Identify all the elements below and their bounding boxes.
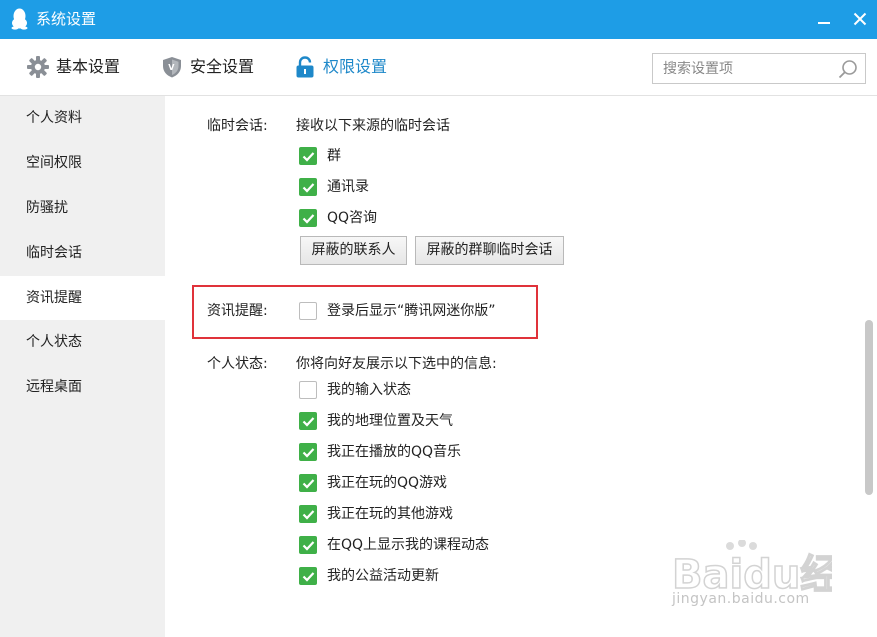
check-icon — [302, 213, 314, 224]
checkbox-checked[interactable] — [299, 178, 317, 196]
check-icon — [302, 151, 314, 162]
sidebar-item-news-alert[interactable]: 资讯提醒 — [0, 276, 165, 320]
minimize-button[interactable] — [810, 6, 838, 32]
checkbox-checked[interactable] — [299, 536, 317, 554]
check-icon — [302, 509, 314, 520]
checkbox-label: 在QQ上显示我的课程动态 — [327, 537, 490, 553]
qq-penguin-icon — [11, 8, 28, 30]
scrollbar-thumb[interactable] — [865, 320, 873, 495]
status-option-other-game[interactable]: 我正在玩的其他游戏 — [299, 503, 453, 525]
search-icon[interactable] — [837, 58, 859, 80]
sidebar-item-anti-harassment[interactable]: 防骚扰 — [0, 186, 165, 230]
checkbox-checked[interactable] — [299, 147, 317, 165]
gear-icon — [27, 56, 49, 78]
checkbox-label: 群 — [327, 148, 341, 164]
minimize-icon — [818, 22, 830, 24]
checkbox-label: 我的地理位置及天气 — [327, 413, 453, 429]
personal-status-label: 个人状态: — [207, 356, 268, 372]
temp-chat-option-group[interactable]: 群 — [299, 145, 341, 167]
checkbox-checked[interactable] — [299, 474, 317, 492]
temp-chat-option-contacts[interactable]: 通讯录 — [299, 176, 369, 198]
checkbox-unchecked[interactable] — [299, 302, 317, 320]
temp-chat-description: 接收以下来源的临时会话 — [296, 118, 450, 134]
sidebar: 个人资料 空间权限 防骚扰 临时会话 资讯提醒 个人状态 远程桌面 — [0, 96, 165, 637]
sidebar-item-remote-desktop[interactable]: 远程桌面 — [0, 365, 165, 409]
tab-label: 安全设置 — [190, 57, 255, 76]
checkbox-label: 我正在玩的QQ游戏 — [327, 475, 448, 491]
temp-chat-option-qq-consult[interactable]: QQ咨询 — [299, 207, 377, 229]
check-icon — [302, 416, 314, 427]
status-option-typing[interactable]: 我的输入状态 — [299, 379, 411, 401]
search-box — [652, 53, 866, 84]
checkbox-label: QQ咨询 — [327, 210, 378, 226]
checkbox-label: 我正在播放的QQ音乐 — [327, 444, 462, 460]
title-bar: 系统设置 — [0, 0, 877, 39]
status-option-location-weather[interactable]: 我的地理位置及天气 — [299, 410, 453, 432]
status-option-qq-game[interactable]: 我正在玩的QQ游戏 — [299, 472, 447, 494]
checkbox-checked[interactable] — [299, 443, 317, 461]
temp-chat-label: 临时会话: — [207, 118, 268, 134]
close-icon — [853, 12, 867, 26]
tab-bar: 基本设置 V 安全设置 权限设置 — [0, 39, 877, 96]
status-option-charity[interactable]: 我的公益活动更新 — [299, 565, 439, 587]
watermark-url: jingyan.baidu.com — [672, 591, 810, 607]
shield-icon: V — [163, 57, 181, 78]
lock-icon — [296, 56, 314, 78]
check-icon — [302, 540, 314, 551]
personal-status-description: 你将向好友展示以下选中的信息: — [296, 356, 497, 372]
check-icon — [302, 478, 314, 489]
tab-permission-settings[interactable]: 权限设置 — [293, 53, 387, 81]
search-input[interactable] — [653, 54, 833, 83]
check-icon — [302, 447, 314, 458]
checkbox-label: 我正在玩的其他游戏 — [327, 506, 453, 522]
checkbox-unchecked[interactable] — [299, 381, 317, 399]
sidebar-item-profile[interactable]: 个人资料 — [0, 96, 165, 140]
window-title: 系统设置 — [36, 10, 97, 28]
sidebar-item-temp-chat[interactable]: 临时会话 — [0, 231, 165, 275]
checkbox-checked[interactable] — [299, 209, 317, 227]
checkbox-checked[interactable] — [299, 505, 317, 523]
sidebar-item-personal-status[interactable]: 个人状态 — [0, 320, 165, 364]
sidebar-item-qzone-permission[interactable]: 空间权限 — [0, 141, 165, 185]
tab-basic-settings[interactable]: 基本设置 — [26, 53, 120, 81]
tab-label: 权限设置 — [323, 57, 388, 76]
checkbox-checked[interactable] — [299, 567, 317, 585]
news-alert-option[interactable]: 登录后显示“腾讯网迷你版” — [299, 300, 496, 322]
checkbox-label: 我的输入状态 — [327, 382, 411, 398]
status-option-qq-music[interactable]: 我正在播放的QQ音乐 — [299, 441, 461, 463]
news-alert-label: 资讯提醒: — [207, 303, 268, 319]
checkbox-label: 登录后显示“腾讯网迷你版” — [327, 303, 496, 319]
checkbox-label: 我的公益活动更新 — [327, 568, 439, 584]
tab-security-settings[interactable]: V 安全设置 — [160, 53, 254, 81]
status-option-course-activity[interactable]: 在QQ上显示我的课程动态 — [299, 534, 489, 556]
check-icon — [302, 571, 314, 582]
svg-text:V: V — [168, 63, 175, 72]
checkbox-label: 通讯录 — [327, 179, 369, 195]
check-icon — [302, 182, 314, 193]
blocked-group-chats-button[interactable]: 屏蔽的群聊临时会话 — [415, 236, 564, 265]
close-button[interactable] — [846, 6, 874, 32]
tab-label: 基本设置 — [56, 57, 121, 76]
checkbox-checked[interactable] — [299, 412, 317, 430]
blocked-contacts-button[interactable]: 屏蔽的联系人 — [300, 236, 407, 265]
